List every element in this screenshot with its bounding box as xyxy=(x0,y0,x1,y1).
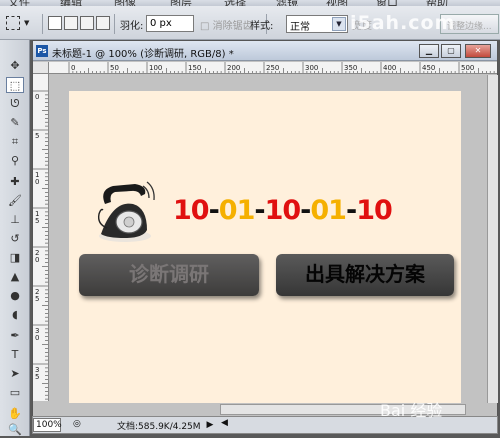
quick-select-tool-icon[interactable]: ✎ xyxy=(6,115,24,131)
ruler-tick-label: 350 xyxy=(344,64,357,72)
path-select-tool-icon[interactable]: ➤ xyxy=(6,366,24,382)
scroll-left-arrow-icon[interactable]: ◀ xyxy=(221,418,228,428)
intersect-selection-icon[interactable] xyxy=(96,16,110,30)
horizontal-ruler[interactable]: 0 50 100 150 200 250 300 350 400 450 500 xyxy=(49,62,497,74)
style-label: 样式: xyxy=(250,21,274,32)
document-title-bar[interactable]: Ps 未标题-1 @ 100% (诊断调研, RGB/8) * ▁ ▢ ✕ xyxy=(33,41,497,61)
photoshop-icon: Ps xyxy=(36,45,48,57)
zoom-level[interactable]: 100% xyxy=(33,418,62,432)
ruler-tick-label: 500 xyxy=(461,64,474,72)
ruler-tick-label: 50 xyxy=(110,64,119,72)
minimize-icon[interactable]: ▁ xyxy=(419,44,439,58)
hotline-part: 01 xyxy=(310,195,347,226)
ruler-tick-label: 150 xyxy=(188,64,201,72)
maximize-icon[interactable]: ▢ xyxy=(441,44,461,58)
ruler-origin[interactable] xyxy=(33,62,49,74)
marquee-tool-icon[interactable] xyxy=(6,16,20,30)
ruler-tick-label: 100 xyxy=(149,64,162,72)
hotline-part: 01 xyxy=(218,195,256,226)
vertical-ruler[interactable]: 05101520253035 xyxy=(33,74,49,401)
antialias-checkbox[interactable]: □ 消除锯齿 xyxy=(200,17,253,32)
hotline-part: 10 xyxy=(356,195,393,226)
document-info: 文档:585.9K/4.25M xyxy=(117,422,201,432)
ruler-tick-label: 0 xyxy=(35,93,39,101)
ruler-tick-label: 200 xyxy=(227,64,240,72)
ruler-tick-label: 300 xyxy=(305,64,318,72)
vertical-scrollbar[interactable] xyxy=(487,75,498,403)
blur-tool-icon[interactable]: ● xyxy=(6,288,24,304)
vertical-ruler-ticks: 05101520253035 xyxy=(33,90,48,400)
hotline-dash: - xyxy=(208,195,220,226)
status-menu-arrow-icon[interactable]: ▶ xyxy=(203,418,217,432)
ruler-tick-label: 250 xyxy=(266,64,279,72)
type-tool-icon[interactable]: T xyxy=(6,347,24,363)
ruler-tick-label: 0 xyxy=(35,256,39,264)
dodge-tool-icon[interactable]: ◖ xyxy=(6,307,24,323)
chevron-down-icon: ▼ xyxy=(332,17,346,31)
status-icon[interactable]: ◎ xyxy=(73,419,81,429)
ruler-tick-label: 5 xyxy=(35,373,39,381)
eraser-tool-icon[interactable]: ◨ xyxy=(6,250,24,266)
feather-label: 羽化: xyxy=(120,21,144,32)
new-selection-icon[interactable] xyxy=(48,16,62,30)
ruler-tick-label: 5 xyxy=(35,217,39,225)
hotline-part: 10 xyxy=(173,195,210,226)
history-brush-tool-icon[interactable]: ↺ xyxy=(6,231,24,247)
hotline-number: 10-01-10-01-10 xyxy=(173,195,393,226)
telephone-icon xyxy=(97,181,155,242)
hotline-dash: - xyxy=(300,195,311,226)
add-selection-icon[interactable] xyxy=(64,16,78,30)
ruler-tick-label: 5 xyxy=(35,132,39,140)
style-value: 正常 xyxy=(290,22,310,33)
ruler-tick-label: 0 xyxy=(71,64,75,72)
hotline-dash: - xyxy=(345,195,357,226)
antialias-label: 消除锯齿 xyxy=(212,21,253,32)
close-icon[interactable]: ✕ xyxy=(465,44,491,58)
clone-stamp-tool-icon[interactable]: ⊥ xyxy=(6,212,24,228)
ruler-tick-label: 5 xyxy=(35,295,39,303)
document-title: 未标题-1 @ 100% (诊断调研, RGB/8) * xyxy=(52,49,234,60)
hotline-part: 10 xyxy=(264,195,302,226)
tool-preset-arrow-icon[interactable]: ▼ xyxy=(24,19,29,27)
ruler-tick-label: 0 xyxy=(35,178,39,186)
healing-brush-tool-icon[interactable]: ✚ xyxy=(6,174,24,190)
hand-tool-icon[interactable]: ✋ xyxy=(6,406,24,422)
rect-marquee-tool-icon[interactable]: ⬚ xyxy=(6,77,24,93)
hotline-dash: - xyxy=(254,195,265,226)
paint-bucket-tool-icon[interactable]: ▲ xyxy=(6,269,24,285)
move-tool-icon[interactable]: ✥ xyxy=(6,58,24,74)
brush-tool-icon[interactable]: 🖌 xyxy=(6,193,24,209)
lasso-tool-icon[interactable]: ᘎ xyxy=(6,96,24,112)
eyedropper-tool-icon[interactable]: ⚲ xyxy=(6,153,24,169)
document-window: Ps 未标题-1 @ 100% (诊断调研, RGB/8) * ▁ ▢ ✕ 0 5… xyxy=(32,40,498,420)
watermark-site: i5ah.com xyxy=(350,12,456,34)
style-select[interactable]: 正常 ▼ xyxy=(286,15,348,33)
pen-tool-icon[interactable]: ✒ xyxy=(6,328,24,344)
canvas[interactable]: 10-01-10-01-10 诊断调研 出具解决方案 xyxy=(69,91,461,403)
horizontal-ruler-ticks: 0 50 100 150 200 250 300 350 400 450 500 xyxy=(68,62,495,73)
ruler-tick-label: 400 xyxy=(383,64,396,72)
ruler-tick-label: 450 xyxy=(422,64,435,72)
ruler-tick-label: 0 xyxy=(35,334,39,342)
feather-input[interactable] xyxy=(146,15,194,32)
crop-tool-icon[interactable]: ⌗ xyxy=(6,134,24,150)
subtract-selection-icon[interactable] xyxy=(80,16,94,30)
watermark-baidu: Bai 经验 xyxy=(380,401,443,420)
toolbox: ✥ ⬚ ᘎ ✎ ⌗ ⚲ ✚ 🖌 ⊥ ↺ ◨ ▲ ● ◖ ✒ T ➤ ▭ ✋ 🔍 xyxy=(0,40,30,436)
issue-solution-button[interactable]: 出具解决方案 xyxy=(276,254,454,296)
divider xyxy=(114,14,115,34)
diagnose-research-button[interactable]: 诊断调研 xyxy=(79,254,259,296)
shape-tool-icon[interactable]: ▭ xyxy=(6,385,24,401)
divider xyxy=(42,14,43,34)
